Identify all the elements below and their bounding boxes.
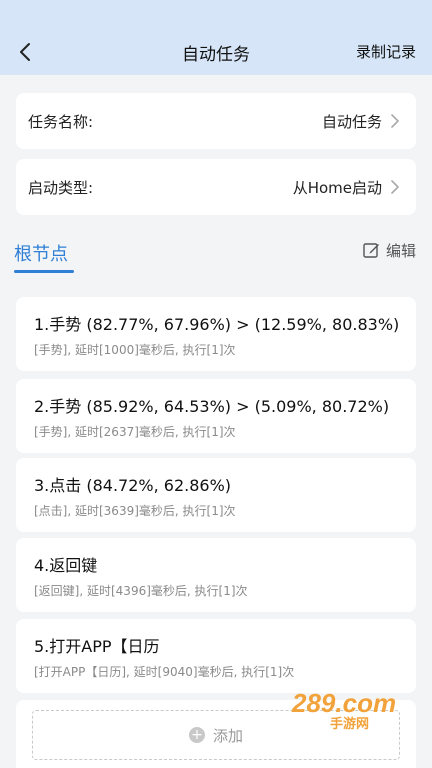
top-bar: 自动任务 录制记录 bbox=[0, 0, 432, 75]
edit-icon bbox=[363, 243, 379, 258]
step-item[interactable]: 2.手势 (85.92%, 64.53%) > (5.09%, 80.72%) … bbox=[16, 379, 416, 453]
chevron-right-icon bbox=[391, 114, 399, 128]
step-item[interactable]: 3.点击 (84.72%, 62.86%) [点击], 延时[3639]毫秒后,… bbox=[16, 458, 416, 532]
step-name: 5.打开APP【日历 bbox=[34, 637, 160, 656]
record-log-button[interactable]: 录制记录 bbox=[356, 41, 416, 62]
step-desc: [点击], 延时[3639]毫秒后, 执行[1]次 bbox=[34, 504, 236, 518]
section-underline bbox=[14, 270, 74, 273]
edit-label: 编辑 bbox=[385, 242, 416, 260]
start-type-row[interactable]: 启动类型: 从Home启动 bbox=[16, 159, 416, 215]
step-desc: [手势], 延时[2637]毫秒后, 执行[1]次 bbox=[34, 425, 236, 439]
step-name: 4.返回键 bbox=[34, 556, 98, 575]
task-name-label: 任务名称: bbox=[28, 112, 94, 131]
section-title[interactable]: 根节点 bbox=[14, 240, 68, 266]
step-name: 2.手势 (85.92%, 64.53%) > (5.09%, 80.72%) bbox=[34, 397, 390, 416]
step-name: 1.手势 (82.77%, 67.96%) > (12.59%, 80.83%) bbox=[34, 315, 400, 334]
task-name-row[interactable]: 任务名称: 自动任务 bbox=[16, 93, 416, 149]
add-step-button[interactable]: + 添加 bbox=[32, 710, 400, 760]
step-name: 3.点击 (84.72%, 62.86%) bbox=[34, 476, 232, 495]
task-name-value: 自动任务 bbox=[321, 112, 382, 131]
step-desc: [返回键], 延时[4396]毫秒后, 执行[1]次 bbox=[34, 584, 248, 598]
step-desc: [手势], 延时[1000]毫秒后, 执行[1]次 bbox=[34, 343, 236, 357]
add-label: 添加 bbox=[212, 726, 243, 745]
start-type-label: 启动类型: bbox=[28, 178, 94, 197]
start-type-value: 从Home启动 bbox=[292, 178, 382, 197]
step-desc: [打开APP【日历], 延时[9040]毫秒后, 执行[1]次 bbox=[34, 665, 295, 679]
step-item[interactable]: 1.手势 (82.77%, 67.96%) > (12.59%, 80.83%)… bbox=[16, 297, 416, 371]
add-step-card: + 添加 bbox=[16, 700, 416, 768]
step-item[interactable]: 4.返回键 [返回键], 延时[4396]毫秒后, 执行[1]次 bbox=[16, 538, 416, 612]
step-item[interactable]: 5.打开APP【日历 [打开APP【日历], 延时[9040]毫秒后, 执行[1… bbox=[16, 619, 416, 693]
edit-button[interactable]: 编辑 bbox=[363, 240, 416, 261]
chevron-right-icon bbox=[391, 180, 399, 194]
plus-icon: + bbox=[188, 727, 205, 743]
root-node-section: 根节点 编辑 bbox=[0, 232, 432, 282]
